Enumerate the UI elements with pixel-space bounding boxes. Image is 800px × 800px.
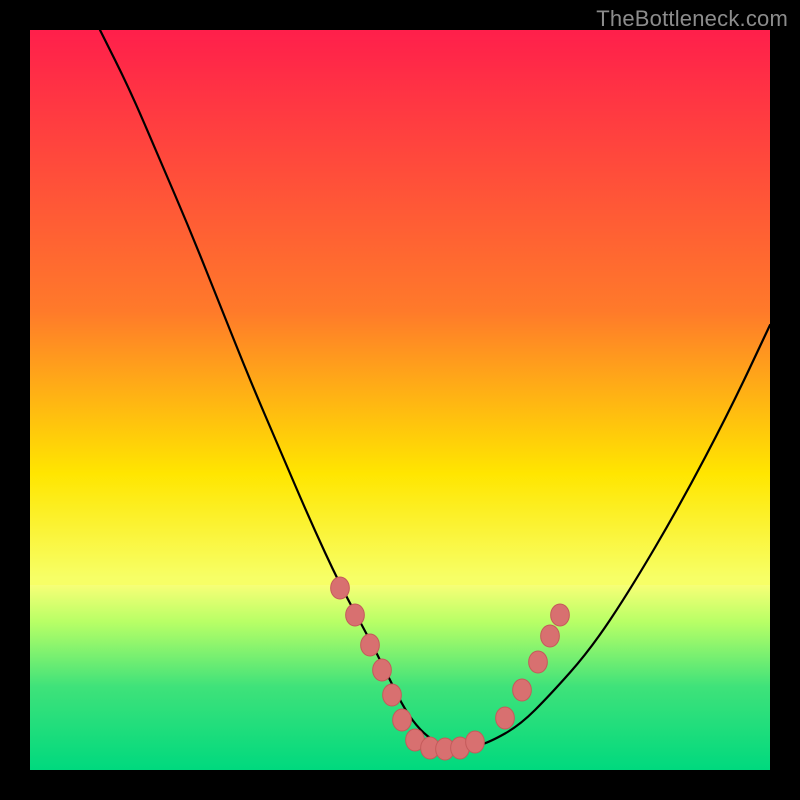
marker-group xyxy=(331,577,570,760)
marker-dot xyxy=(393,709,412,731)
marker-dot xyxy=(496,707,515,729)
marker-dot xyxy=(541,625,560,647)
marker-dot xyxy=(346,604,365,626)
marker-dot xyxy=(383,684,402,706)
chart-svg xyxy=(30,30,770,770)
marker-dot xyxy=(361,634,380,656)
watermark-text: TheBottleneck.com xyxy=(596,6,788,32)
plot-area xyxy=(30,30,770,770)
bottleneck-curve xyxy=(100,30,770,748)
outer-frame: TheBottleneck.com xyxy=(0,0,800,800)
marker-dot xyxy=(529,651,548,673)
marker-dot xyxy=(513,679,532,701)
marker-dot xyxy=(331,577,350,599)
marker-dot xyxy=(466,731,485,753)
marker-dot xyxy=(373,659,392,681)
marker-dot xyxy=(551,604,570,626)
